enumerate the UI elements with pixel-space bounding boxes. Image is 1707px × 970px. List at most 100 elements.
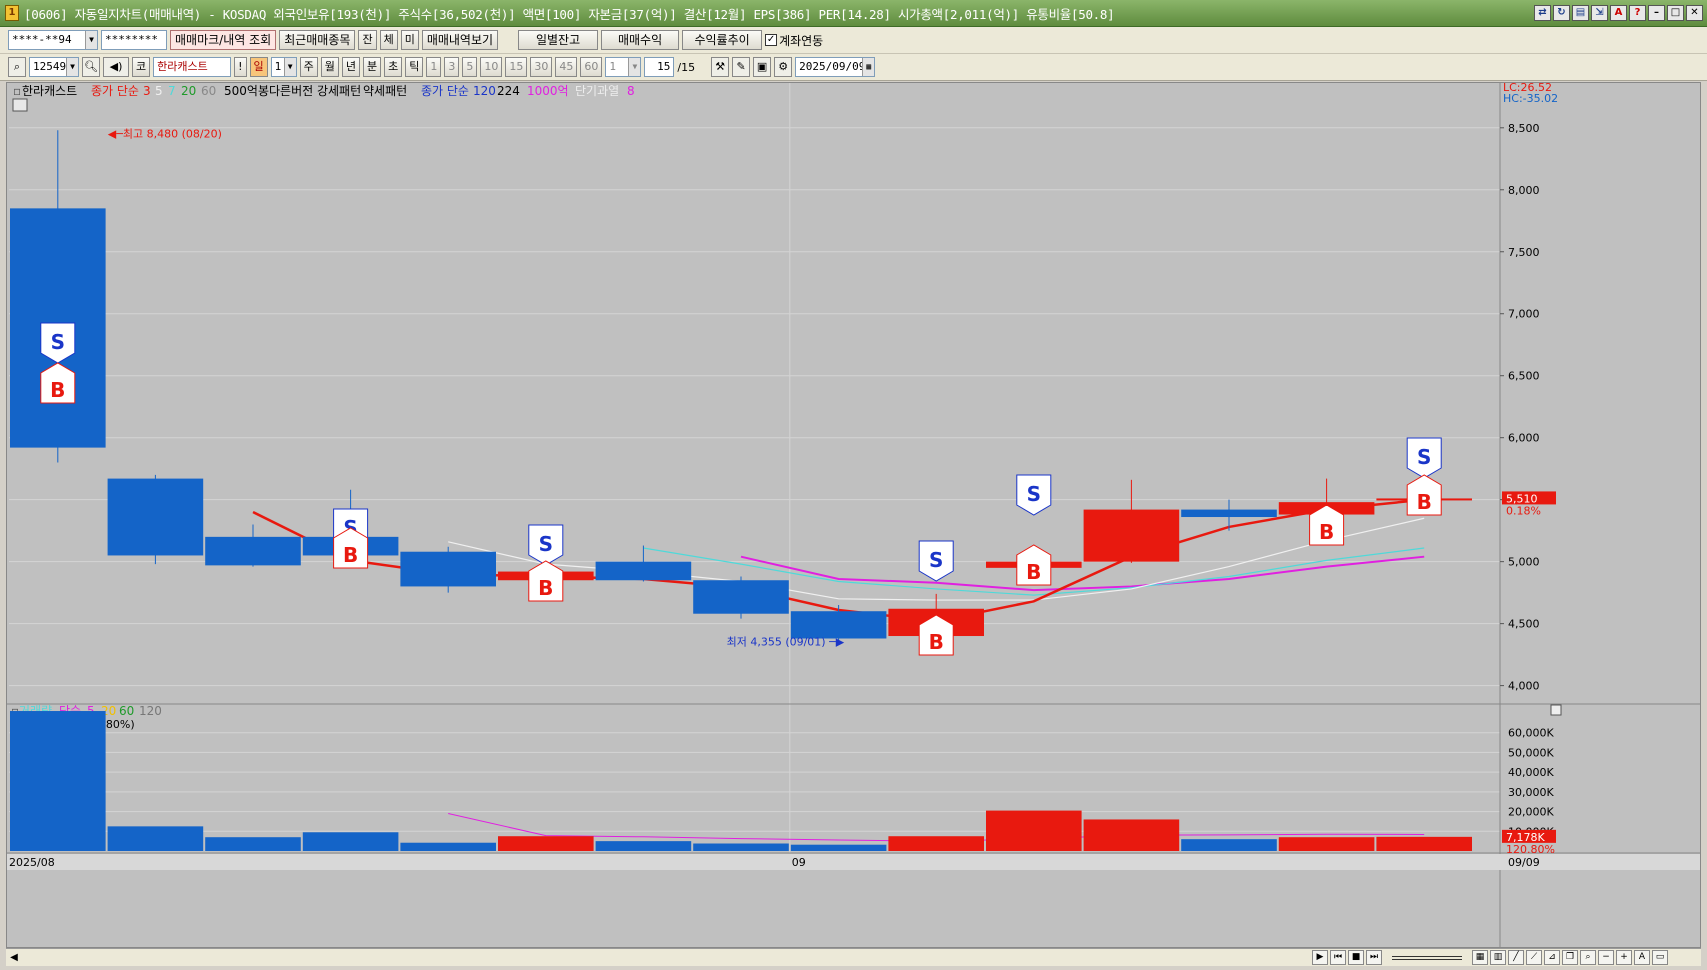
volume-tick-label: 50,000K bbox=[1508, 746, 1554, 759]
recent-trades-button[interactable]: 최근매매종목 bbox=[279, 30, 356, 50]
link-icon[interactable]: ⇄ bbox=[1534, 5, 1551, 21]
volume-bar bbox=[498, 836, 594, 851]
minute-30-button[interactable]: 30 bbox=[530, 57, 553, 77]
maximize-button[interactable]: □ bbox=[1667, 5, 1684, 21]
account-link-checkbox[interactable]: ✓ 계좌연동 bbox=[765, 32, 823, 49]
minute-60-button[interactable]: 60 bbox=[580, 57, 603, 77]
legend-overheat: 단기과열 bbox=[575, 84, 619, 98]
x-label-start: 2025/08 bbox=[9, 856, 55, 869]
period-second-button[interactable]: 초 bbox=[384, 57, 403, 77]
layout-icon[interactable]: ▦ bbox=[1472, 950, 1488, 965]
balance-button[interactable]: 잔 bbox=[358, 30, 377, 50]
legend-bullet: ▫ bbox=[13, 84, 21, 98]
split-icon[interactable]: ▥ bbox=[1490, 950, 1506, 965]
period-minute-button[interactable]: 분 bbox=[363, 57, 382, 77]
return-trend-button[interactable]: 수익률추이 bbox=[682, 30, 763, 50]
minute-45-button[interactable]: 45 bbox=[555, 57, 578, 77]
volume-bar bbox=[302, 832, 399, 851]
calendar-icon[interactable]: ▦ bbox=[862, 58, 875, 76]
stock-code-field[interactable]: 125490 ▼ bbox=[29, 57, 79, 77]
text-icon[interactable]: A bbox=[1634, 950, 1650, 965]
save-icon[interactable]: ▣ bbox=[753, 57, 772, 77]
chevron-down-icon[interactable]: ▼ bbox=[628, 58, 641, 76]
export-icon[interactable]: ⇲ bbox=[1591, 5, 1608, 21]
minute-10-button[interactable]: 10 bbox=[480, 57, 503, 77]
period-week-button[interactable]: 주 bbox=[299, 57, 318, 77]
ruler-icon[interactable]: ⊿ bbox=[1544, 950, 1560, 965]
alert-button[interactable]: ! bbox=[234, 57, 247, 77]
period-count-select[interactable]: 1 ▼ bbox=[270, 57, 297, 77]
legend-ma-label: 종가 단순 bbox=[91, 84, 139, 98]
minute-1-button[interactable]: 1 bbox=[426, 57, 442, 77]
market-label[interactable]: 코 bbox=[132, 57, 151, 77]
chevron-down-icon[interactable]: ▼ bbox=[66, 58, 78, 76]
tools-icon[interactable]: ⚒ bbox=[711, 57, 730, 77]
search-icon[interactable]: 🔍︎ bbox=[82, 57, 100, 77]
scroll-track[interactable] bbox=[22, 950, 1312, 965]
minute-3-button[interactable]: 3 bbox=[444, 57, 460, 77]
volume-bar bbox=[693, 843, 789, 851]
chart-panel[interactable]: ◀─최고 8,480 (08/20) 최저 4,355 (09/01) ─▶ SB… bbox=[6, 81, 1701, 948]
print-icon[interactable]: ▤ bbox=[1572, 5, 1589, 21]
page-field[interactable]: 15 bbox=[644, 57, 675, 77]
speaker-icon[interactable]: ◀) bbox=[103, 57, 129, 77]
code-search-icon[interactable]: ⌕ bbox=[8, 57, 26, 77]
period-day-button[interactable]: 일 bbox=[249, 57, 268, 77]
trend-tool-icon[interactable]: ⟋ bbox=[1526, 950, 1542, 965]
password-field[interactable]: ******** bbox=[101, 30, 167, 50]
checkbox-mark[interactable]: ✓ bbox=[765, 34, 778, 46]
price-tick-label: 4,000 bbox=[1508, 680, 1540, 693]
copy-icon[interactable]: ❐ bbox=[1562, 950, 1578, 965]
rewind-icon[interactable]: ⏮ bbox=[1330, 950, 1346, 965]
unit-value: 1 bbox=[609, 60, 617, 73]
candle-body bbox=[107, 478, 204, 556]
date-field[interactable]: 2025/09/09 ▦ bbox=[795, 57, 876, 77]
period-tick-button[interactable]: 틱 bbox=[405, 57, 424, 77]
buy-mark-label: B bbox=[343, 543, 358, 567]
zoom-slider[interactable] bbox=[1392, 955, 1462, 960]
fast-forward-icon[interactable]: ⏭ bbox=[1366, 950, 1382, 965]
period-month-button[interactable]: 월 bbox=[320, 57, 339, 77]
stop-icon[interactable]: ■ bbox=[1348, 950, 1364, 965]
app-icon: 1 bbox=[5, 5, 19, 21]
plus-icon[interactable]: + bbox=[1616, 950, 1632, 965]
minute-5-button[interactable]: 5 bbox=[462, 57, 478, 77]
minimize-button[interactable]: – bbox=[1648, 5, 1665, 21]
trade-mark-button[interactable]: 매매마크/내역 조회 bbox=[170, 30, 277, 50]
sell-mark-label: S bbox=[539, 532, 553, 556]
scroll-left-icon[interactable]: ◀ bbox=[6, 952, 22, 963]
trade-profit-button[interactable]: 매매수익 bbox=[601, 30, 680, 50]
account-select[interactable]: ****-**94 ▼ bbox=[8, 30, 98, 50]
low-label: 최저 4,355 (09/01) ─▶ bbox=[727, 636, 845, 649]
help-icon[interactable]: ? bbox=[1629, 5, 1646, 21]
sell-mark-label: S bbox=[51, 330, 65, 354]
trade-history-button[interactable]: 매매내역보기 bbox=[421, 30, 499, 50]
minute-15-button[interactable]: 15 bbox=[505, 57, 528, 77]
stock-name-field[interactable]: 한라캐스트 bbox=[153, 57, 232, 77]
buy-mark-label: B bbox=[1319, 520, 1334, 544]
period-year-button[interactable]: 년 bbox=[341, 57, 361, 77]
chart-scrollbar[interactable]: ◀ ▶ ⏮ ■ ⏭ ▦ ▥ ╱ ⟋ ⊿ ❐ ⌕ − + A ▭ bbox=[6, 948, 1701, 966]
daily-balance-button[interactable]: 일별잔고 bbox=[518, 30, 599, 50]
zoom-icon[interactable]: ⌕ bbox=[1580, 950, 1596, 965]
draw-icon[interactable]: ✎ bbox=[732, 57, 751, 77]
scroll-right-icon[interactable]: ▶ bbox=[1312, 950, 1328, 965]
unexecuted-button[interactable]: 미 bbox=[400, 30, 419, 50]
unit-select[interactable]: 1 ▼ bbox=[605, 57, 642, 77]
legend-ma120: 120 bbox=[473, 84, 496, 98]
settings-icon[interactable]: ⚙ bbox=[774, 57, 793, 77]
close-button[interactable]: ✕ bbox=[1686, 5, 1703, 21]
calculator-icon[interactable] bbox=[12, 98, 28, 112]
period-count-value: 1 bbox=[274, 60, 282, 73]
volume-bar bbox=[1181, 839, 1277, 851]
executed-button[interactable]: 체 bbox=[379, 30, 398, 50]
chevron-down-icon[interactable]: ▼ bbox=[283, 58, 296, 76]
chevron-down-icon[interactable]: ▼ bbox=[85, 31, 97, 49]
candlestick-chart[interactable]: ◀─최고 8,480 (08/20)최저 4,355 (09/01) ─▶ SB… bbox=[7, 81, 1700, 947]
line-tool-icon[interactable]: ╱ bbox=[1508, 950, 1524, 965]
refresh-icon[interactable]: ↻ bbox=[1553, 5, 1570, 21]
font-icon[interactable]: A bbox=[1610, 5, 1627, 21]
comment-icon[interactable]: ▭ bbox=[1652, 950, 1668, 965]
volume-tick-label: 40,000K bbox=[1508, 766, 1554, 779]
minus-icon[interactable]: − bbox=[1598, 950, 1614, 965]
